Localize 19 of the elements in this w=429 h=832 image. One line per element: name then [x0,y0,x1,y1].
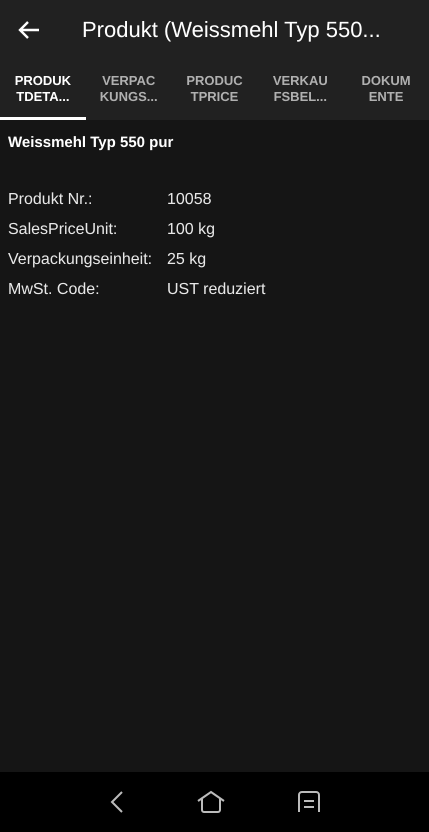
field-value: 100 kg [167,221,216,239]
tab[interactable]: VERPAC KUNGS... [86,60,172,120]
field-label: SalesPriceUnit: [8,221,118,239]
back-button[interactable] [108,790,124,814]
field-label: Verpackungseinheit: [8,251,154,269]
tab[interactable]: PRODUC TPRICE [172,60,258,120]
field-label: Produkt Nr.: [8,191,94,209]
field-value: 10058 [167,191,212,209]
tab[interactable]: DOKUM ENTE [343,60,429,120]
back-arrow-icon [18,20,40,40]
screen-title: Produkt (Weissmehl Typ 550... [82,17,381,43]
home-button[interactable] [196,790,224,814]
field-label: MwSt. Code: [8,281,101,299]
field-value: 25 kg [167,251,206,269]
tab[interactable]: PRODUK TDETA... [0,60,86,120]
product-name: Weissmehl Typ 550 pur [8,134,174,151]
recent-apps-button[interactable] [296,790,320,814]
field-value: UST reduziert [167,281,266,299]
tab[interactable]: VERKAU FSBEL... [257,60,344,120]
